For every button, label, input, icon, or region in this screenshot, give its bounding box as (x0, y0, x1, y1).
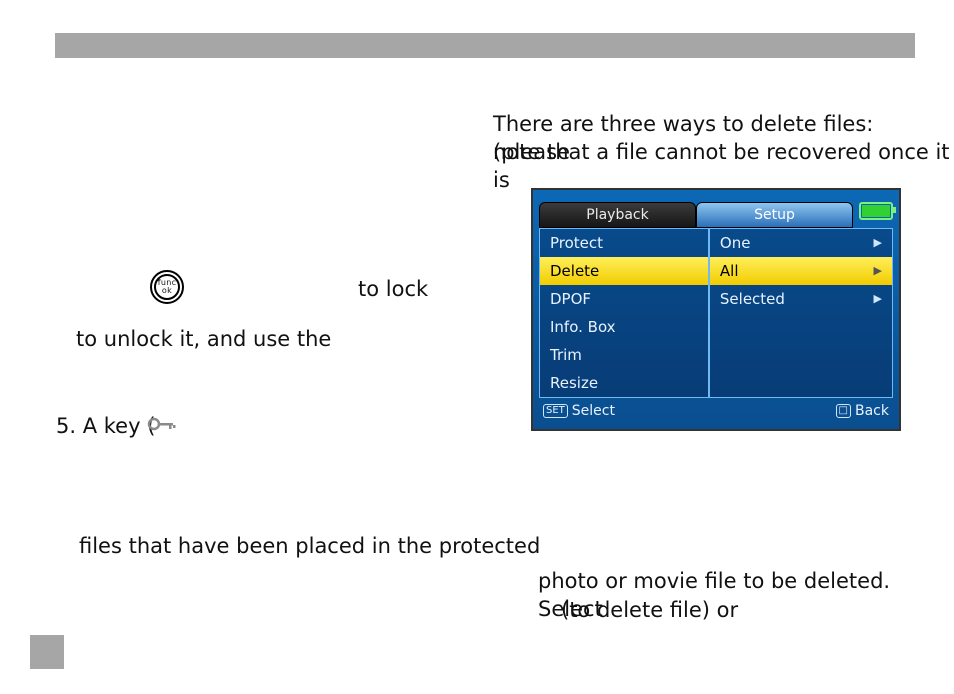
menu-right-item[interactable]: One▶ (710, 229, 892, 257)
menu-right: One▶All▶Selected▶ (709, 228, 893, 398)
menu-left-item[interactable]: Info. Box (540, 313, 708, 341)
tab-setup[interactable]: Setup (696, 202, 853, 228)
back-chip-icon: □ (836, 404, 851, 418)
footer-select: SET Select (543, 402, 615, 421)
text-protected-files: files that have been placed in the prote… (79, 532, 540, 560)
lcd-footer: SET Select □ Back (533, 398, 899, 425)
chevron-right-icon: ▶ (874, 292, 882, 307)
menu-left-item[interactable]: Trim (540, 341, 708, 369)
page-number-box (30, 635, 64, 669)
lcd-tabs: Playback Setup (533, 190, 899, 228)
menu-left-item[interactable]: Delete (540, 257, 708, 285)
caption-line2: (to delete file) or (561, 596, 738, 624)
step5-prefix: 5. A key ( (56, 412, 155, 440)
menu-left-item[interactable]: DPOF (540, 285, 708, 313)
set-chip-icon: SET (543, 404, 568, 418)
header-bar (55, 33, 915, 58)
menu-left: ProtectDeleteDPOFInfo. BoxTrimResize (539, 228, 709, 398)
footer-back: □ Back (836, 402, 889, 421)
footer-select-label: Select (572, 402, 615, 421)
battery-icon (859, 202, 893, 220)
chevron-right-icon: ▶ (874, 264, 882, 279)
menu-left-item[interactable]: Resize (540, 369, 708, 397)
func-label-bottom: ok (162, 287, 172, 295)
text-to-lock: to lock (358, 275, 428, 303)
menu-right-item[interactable]: All▶ (710, 257, 892, 285)
key-icon (147, 415, 177, 433)
menu-right-item[interactable]: Selected▶ (710, 285, 892, 313)
menu-left-item[interactable]: Protect (540, 229, 708, 257)
footer-back-label: Back (855, 402, 889, 421)
text-to-unlock: to unlock it, and use the (76, 325, 331, 353)
camera-lcd: Playback Setup ProtectDeleteDPOFInfo. Bo… (531, 188, 901, 431)
func-ok-button-icon: func ok (150, 270, 184, 304)
delete-intro-line2: note that a file cannot be recovered onc… (493, 138, 954, 195)
tab-playback[interactable]: Playback (539, 202, 696, 228)
chevron-right-icon: ▶ (874, 236, 882, 251)
